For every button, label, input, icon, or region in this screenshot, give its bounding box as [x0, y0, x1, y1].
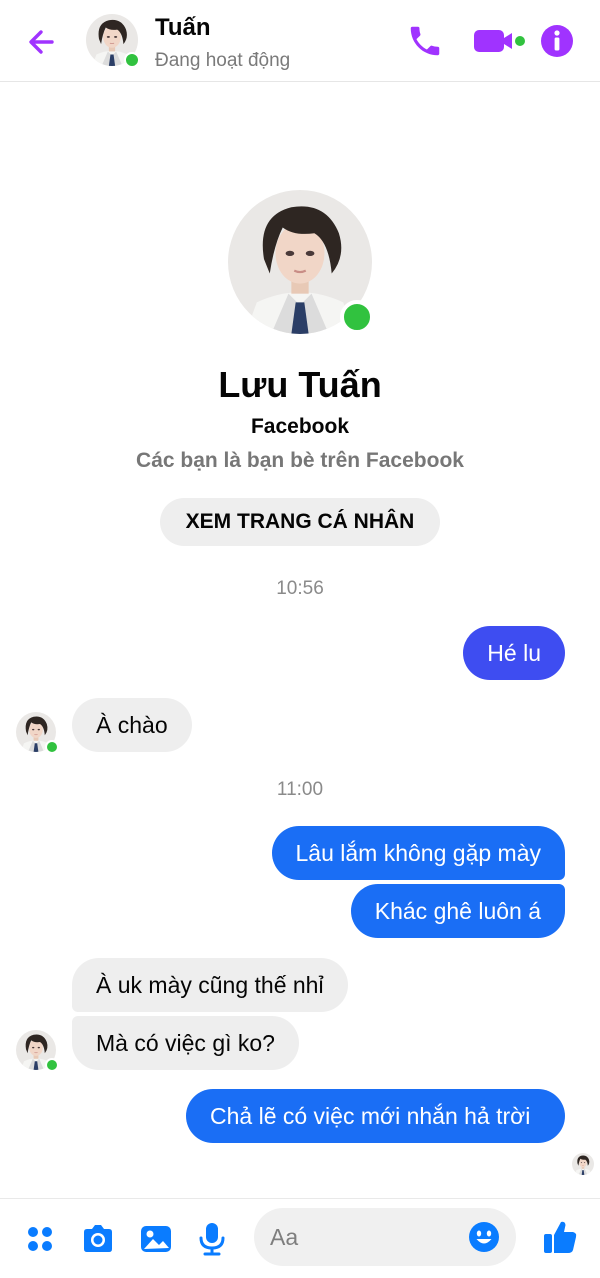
contact-avatar[interactable]: [86, 14, 140, 68]
outgoing-message[interactable]: Hé lu: [463, 626, 565, 680]
online-indicator: [340, 300, 374, 334]
outgoing-message[interactable]: Chả lẽ có việc mới nhắn hả trời: [186, 1089, 565, 1143]
camera-icon[interactable]: [78, 1219, 118, 1259]
message-input-box[interactable]: [254, 1208, 516, 1266]
back-arrow-icon[interactable]: [22, 22, 62, 62]
outgoing-message[interactable]: Khác ghê luôn á: [350, 884, 565, 938]
outgoing-message[interactable]: Lâu lắm không gặp mày: [271, 826, 565, 880]
online-indicator: [45, 740, 59, 754]
online-indicator: [45, 1058, 59, 1072]
online-indicator: [124, 52, 140, 68]
sender-avatar[interactable]: [16, 712, 59, 754]
profile-avatar[interactable]: [228, 190, 374, 334]
chat-header: Tuấn Đang hoạt động: [0, 0, 600, 82]
apps-grid-icon[interactable]: [20, 1219, 60, 1259]
incoming-message[interactable]: À uk mày cũng thế nhỉ: [72, 958, 348, 1012]
timestamp: 10:56: [276, 578, 324, 599]
microphone-icon[interactable]: [192, 1219, 232, 1259]
friendship-note: Các bạn là bạn bè trên Facebook: [136, 449, 464, 472]
phone-icon[interactable]: [406, 22, 444, 60]
profile-source: Facebook: [250, 415, 350, 438]
profile-name: Lưu Tuấn: [218, 364, 382, 405]
incoming-message[interactable]: À chào: [72, 698, 192, 752]
message-input[interactable]: [270, 1208, 460, 1266]
timestamp: 11:00: [276, 779, 324, 800]
incoming-message[interactable]: Mà có việc gì ko?: [72, 1016, 299, 1070]
thumbs-up-icon[interactable]: [540, 1217, 580, 1257]
contact-name[interactable]: Tuấn: [155, 14, 211, 42]
photo-gallery-icon[interactable]: [136, 1219, 176, 1259]
sender-avatar[interactable]: [16, 1030, 59, 1072]
message-composer: [0, 1198, 600, 1278]
view-profile-button[interactable]: XEM TRANG CÁ NHÂN: [160, 498, 440, 546]
emoji-icon[interactable]: [468, 1221, 500, 1253]
seen-indicator-avatar: [572, 1153, 594, 1175]
video-camera-icon[interactable]: [470, 22, 528, 60]
info-icon[interactable]: [538, 22, 576, 60]
active-status: Đang hoạt động: [155, 50, 291, 71]
